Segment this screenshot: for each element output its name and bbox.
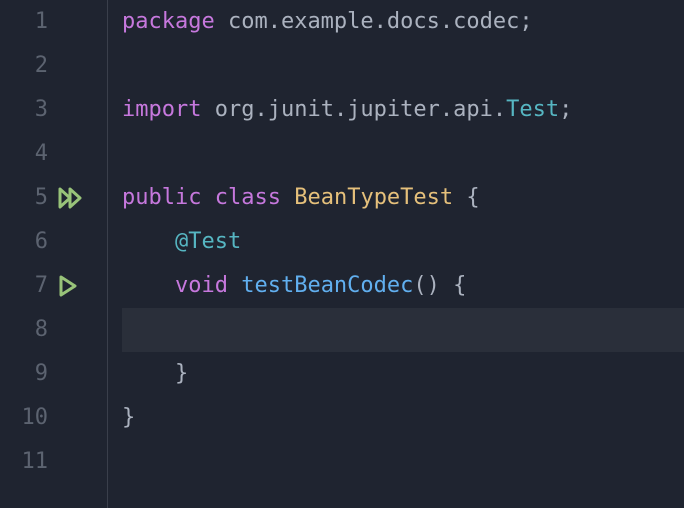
gutter-row: 4 bbox=[0, 132, 107, 176]
semicolon-token: ; bbox=[519, 9, 532, 34]
gutter-row: 7 bbox=[0, 264, 107, 308]
brace-token: } bbox=[122, 405, 135, 430]
package-path-token: com.example.docs.codec bbox=[228, 9, 519, 34]
space-token bbox=[201, 97, 214, 122]
keyword-token: package bbox=[122, 9, 215, 34]
code-line[interactable]: } bbox=[122, 396, 684, 440]
code-area[interactable]: package com.example.docs.codec; import o… bbox=[108, 0, 684, 508]
gutter-row: 6 bbox=[0, 220, 107, 264]
code-line[interactable]: package com.example.docs.codec; bbox=[122, 0, 684, 44]
code-line[interactable]: void testBeanCodec() { bbox=[122, 264, 684, 308]
space-token bbox=[281, 185, 294, 210]
line-number: 10 bbox=[0, 396, 48, 440]
line-number: 2 bbox=[0, 44, 48, 88]
line-number: 9 bbox=[0, 352, 48, 396]
code-line[interactable] bbox=[122, 132, 684, 176]
keyword-token: public bbox=[122, 185, 201, 210]
space-token bbox=[440, 273, 453, 298]
gutter-row: 9 bbox=[0, 352, 107, 396]
line-number: 4 bbox=[0, 132, 48, 176]
gutter-row: 3 bbox=[0, 88, 107, 132]
run-test-icon[interactable] bbox=[58, 275, 78, 297]
indent-token bbox=[122, 361, 175, 386]
brace-token: { bbox=[453, 273, 466, 298]
space-token bbox=[453, 185, 466, 210]
code-line[interactable]: } bbox=[122, 352, 684, 396]
gutter-row: 1 bbox=[0, 0, 107, 44]
gutter-row: 10 bbox=[0, 396, 107, 440]
run-class-icon[interactable] bbox=[58, 187, 84, 209]
method-name-token: testBeanCodec bbox=[241, 273, 413, 298]
brace-token: { bbox=[466, 185, 479, 210]
line-number: 3 bbox=[0, 88, 48, 132]
indent-token bbox=[122, 229, 175, 254]
space-token bbox=[201, 185, 214, 210]
gutter-row: 11 bbox=[0, 440, 107, 484]
class-name-token: BeanTypeTest bbox=[294, 185, 453, 210]
gutter-row: 5 bbox=[0, 176, 107, 220]
code-editor: 1 2 3 4 5 6 7 bbox=[0, 0, 684, 508]
annotation-token: @Test bbox=[175, 229, 241, 254]
code-line[interactable]: import org.junit.jupiter.api.Test; bbox=[122, 88, 684, 132]
keyword-token: class bbox=[215, 185, 281, 210]
type-token: Test bbox=[506, 97, 559, 122]
package-path-token: org.junit.jupiter.api. bbox=[215, 97, 506, 122]
code-line[interactable] bbox=[122, 440, 684, 484]
line-number: 8 bbox=[0, 308, 48, 352]
code-line[interactable]: @Test bbox=[122, 220, 684, 264]
keyword-token: import bbox=[122, 97, 201, 122]
line-number: 11 bbox=[0, 440, 48, 484]
paren-token: () bbox=[413, 273, 440, 298]
code-line-current[interactable] bbox=[122, 308, 684, 352]
space-token bbox=[228, 273, 241, 298]
gutter: 1 2 3 4 5 6 7 bbox=[0, 0, 108, 508]
code-line[interactable] bbox=[122, 44, 684, 88]
line-number: 6 bbox=[0, 220, 48, 264]
line-number: 7 bbox=[0, 264, 48, 308]
gutter-row: 8 bbox=[0, 308, 107, 352]
keyword-token: void bbox=[175, 273, 228, 298]
brace-token: } bbox=[175, 361, 188, 386]
line-number: 5 bbox=[0, 176, 48, 220]
code-line[interactable]: public class BeanTypeTest { bbox=[122, 176, 684, 220]
semicolon-token: ; bbox=[559, 97, 572, 122]
space-token bbox=[215, 9, 228, 34]
gutter-row: 2 bbox=[0, 44, 107, 88]
line-number: 1 bbox=[0, 0, 48, 44]
indent-token bbox=[122, 273, 175, 298]
